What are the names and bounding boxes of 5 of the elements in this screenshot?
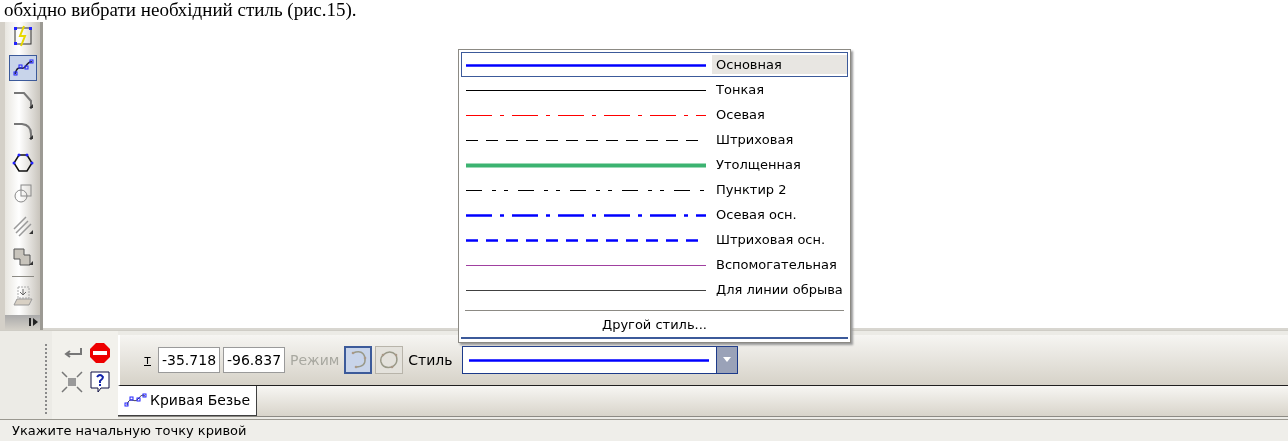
status-bar: Укажите начальную точку кривой — [0, 419, 1288, 441]
point-label: т — [144, 352, 151, 367]
style-label: Стиль — [408, 351, 453, 368]
mode-label: Режим — [290, 351, 340, 368]
caption-text: обхідно вибрати необхідний стиль (рис.15). — [4, 0, 357, 20]
